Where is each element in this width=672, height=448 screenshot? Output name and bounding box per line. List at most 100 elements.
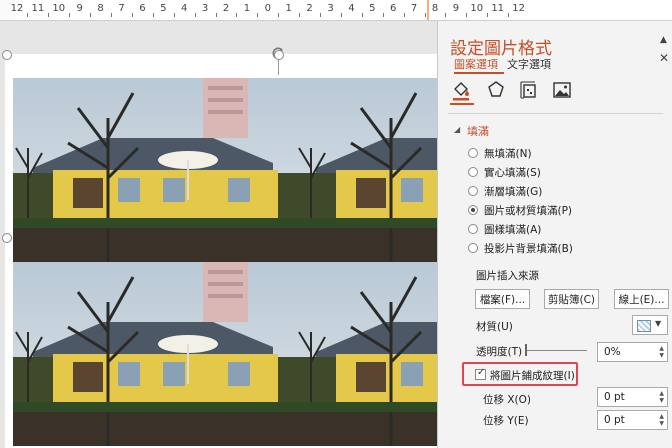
ruler-tick-label: 11 [31,3,45,14]
fill-option-radio[interactable]: 圖樣填滿(A) [468,221,541,237]
size-properties-icon[interactable] [518,79,540,101]
radio-button[interactable] [468,205,478,215]
picture-icon[interactable] [551,79,573,101]
transparency-slider-thumb[interactable] [525,344,527,356]
scroll-up-icon[interactable]: ▲ [660,35,667,45]
ruler-minor-mark [152,13,154,17]
texture-swatch-icon [637,320,651,332]
fill-option-radio[interactable]: 投影片背景填滿(B) [468,240,573,256]
ruler-minor-mark [466,13,468,17]
ruler-minor-mark [131,13,133,17]
rotation-connector [278,59,279,75]
ruler-minor-mark [424,13,426,17]
ruler-minor-mark [487,13,489,17]
ruler-minor-mark [299,13,301,17]
resize-handle-top-left[interactable] [2,50,12,60]
horizontal-ruler: 12 11 10 9 8 7 6 5 4 3 2 1 0 1 2 3 4 5 6 7 8 9 10 11 12 [0,0,672,21]
ruler-tick-label: 8 [431,3,439,14]
collapse-triangle-icon[interactable]: ◢ [454,125,460,134]
ruler-tick-label: 1 [285,3,292,14]
ruler-tick-label: 10 [52,3,66,14]
texture-dropdown[interactable]: ▼ [632,315,668,335]
ruler-minor-mark [90,13,92,17]
pane-divider [448,113,663,114]
radio-button[interactable] [468,167,478,177]
close-icon[interactable]: ✕ [659,51,669,65]
fill-option-label: 圖片或材質填滿(P) [484,204,573,217]
ruler-tick-label: 7 [118,3,125,14]
fill-line-icon[interactable] [450,79,472,101]
picture-tile [296,262,438,446]
checkmark-icon: ✓ [477,367,486,378]
tab-shape-options[interactable]: 圖案選項 [454,56,498,72]
radio-button[interactable] [468,224,478,234]
ruler-minor-mark [320,13,322,17]
transparency-slider[interactable] [525,350,587,351]
radio-button[interactable] [468,243,478,253]
ruler-tick-label: 9 [452,3,460,14]
ruler-minor-mark [236,13,238,17]
offset-x-value: 0 pt [604,391,625,403]
file-button[interactable]: 檔案(F)... [475,289,530,309]
ruler-tick-label: 5 [160,3,167,14]
tiled-picture[interactable] [13,78,438,446]
picture-source-label: 圖片插入來源 [476,270,539,282]
transparency-label: 透明度(T) [476,346,523,358]
ruler-tick-label: 12 [10,3,24,14]
tile-picture-checkbox[interactable]: ✓ [475,367,486,380]
ruler-minor-mark [278,13,280,17]
spin-down-icon[interactable]: ▼ [659,353,664,359]
ruler-tick-label: 1 [243,3,251,14]
ruler-minor-mark [382,13,384,17]
ruler-tick-label: 10 [470,3,484,14]
resize-handle-top[interactable] [274,50,284,60]
spin-down-icon[interactable]: ▼ [659,398,664,404]
ruler-tick-label: 6 [390,3,397,14]
fill-option-radio[interactable]: 圖片或材質填滿(P) [468,202,572,218]
fill-option-label: 漸層填滿(G) [484,185,543,198]
ruler-tick-label: 4 [181,3,188,14]
fill-option-label: 無填滿(N) [484,147,532,160]
ruler-tick-label: 9 [76,3,83,14]
fill-option-radio[interactable]: 實心填滿(S) [468,164,541,180]
slide-canvas [0,21,438,448]
ruler-minor-mark [508,13,510,17]
fill-option-radio[interactable]: 漸層填滿(G) [468,183,542,199]
ruler-tick-label: 2 [222,3,230,14]
tile-picture-label[interactable]: 將圖片鋪成紋理(I) [490,368,575,383]
ruler-tick-label: 3 [327,3,334,14]
ruler-minor-mark [340,13,342,17]
fill-section-header[interactable]: 填滿 [467,123,489,139]
radio-button[interactable] [468,186,478,196]
active-category-indicator [450,103,474,105]
ruler-tick-label: 12 [512,3,525,14]
ruler-minor-mark [111,13,113,17]
effects-pentagon-icon[interactable] [485,79,507,101]
offset-y-value: 0 pt [604,414,625,426]
clipboard-button[interactable]: 剪貼簿(C) [544,289,599,309]
ruler-minor-mark [27,13,29,17]
ruler-tick-label: 11 [491,3,505,14]
offset-y-label: 位移 Y(E) [483,415,529,427]
format-picture-pane: 設定圖片格式 ▲ ✕ 圖案選項 文字選項 ◢ 填滿 無填滿(N) 實心填滿(S) 漸… [437,21,672,448]
offset-x-input[interactable]: 0 pt ▲ ▼ [597,387,668,407]
ruler-minor-mark [445,13,447,17]
online-button[interactable]: 線上(E)... [614,289,669,309]
fill-option-radio[interactable]: 無填滿(N) [468,145,532,161]
picture-tile [13,262,296,446]
ruler-minor-mark [194,13,196,17]
ruler-tick-label: 4 [348,3,355,14]
offset-y-input[interactable]: 0 pt ▲ ▼ [597,410,668,430]
radio-button[interactable] [468,148,478,158]
resize-handle-left[interactable] [2,233,12,243]
ruler-tick-label: 0 [264,3,271,14]
chevron-down-icon: ▼ [655,319,662,328]
ruler-minor-mark [257,13,259,17]
transparency-value: 0% [604,346,621,358]
ruler-tick-label: 7 [410,3,418,14]
ruler-minor-mark [403,13,405,17]
ruler-tick-label: 6 [139,3,146,14]
transparency-input[interactable]: 0% ▲ ▼ [597,342,668,362]
spin-down-icon[interactable]: ▼ [659,421,664,427]
tab-text-options[interactable]: 文字選項 [507,56,551,72]
